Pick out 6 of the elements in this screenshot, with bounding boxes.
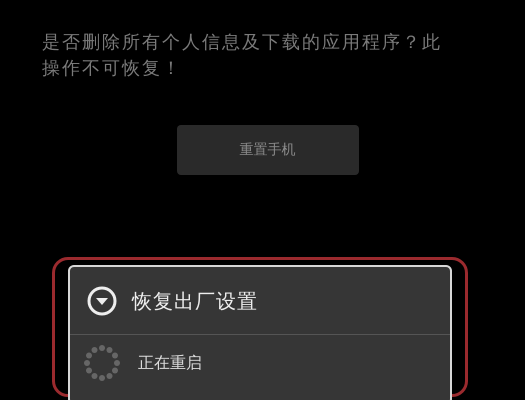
dialog-title: 恢复出厂设置 [132,288,258,314]
warning-message: 是否删除所有个人信息及下载的应用程序？此操作不可恢复！ [42,31,442,81]
status-text: 正在重启 [138,352,202,374]
loading-spinner-icon [82,343,122,383]
reset-phone-button[interactable]: 重置手机 [176,125,358,175]
dropdown-circle-icon [86,284,118,316]
